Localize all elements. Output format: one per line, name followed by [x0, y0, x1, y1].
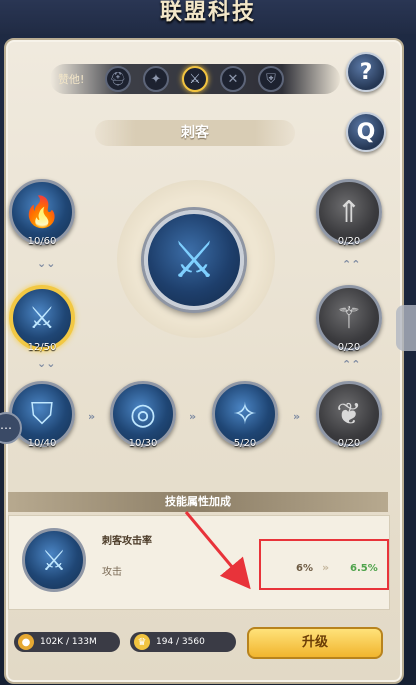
annotation-arrow	[184, 511, 251, 590]
gold-amount: 102K / 133M	[40, 637, 97, 647]
game-screen: 联盟科技 赞他! ⛑ ✦ ⚔ ✕ ⛨ ? Q 刺客 ⚔ 🔥 10/60 ⚔ 12/50 ⛉ 10/…	[0, 0, 416, 685]
gold-coin-icon: ●	[18, 634, 34, 650]
upgrade-button[interactable]: 升级	[247, 627, 383, 659]
crystal-resource: ♛ 194 / 3560	[130, 632, 236, 652]
gold-resource: ● 102K / 133M	[14, 632, 120, 652]
crystal-amount: 194 / 3560	[156, 637, 205, 647]
trophy-icon: ♛	[134, 634, 150, 650]
